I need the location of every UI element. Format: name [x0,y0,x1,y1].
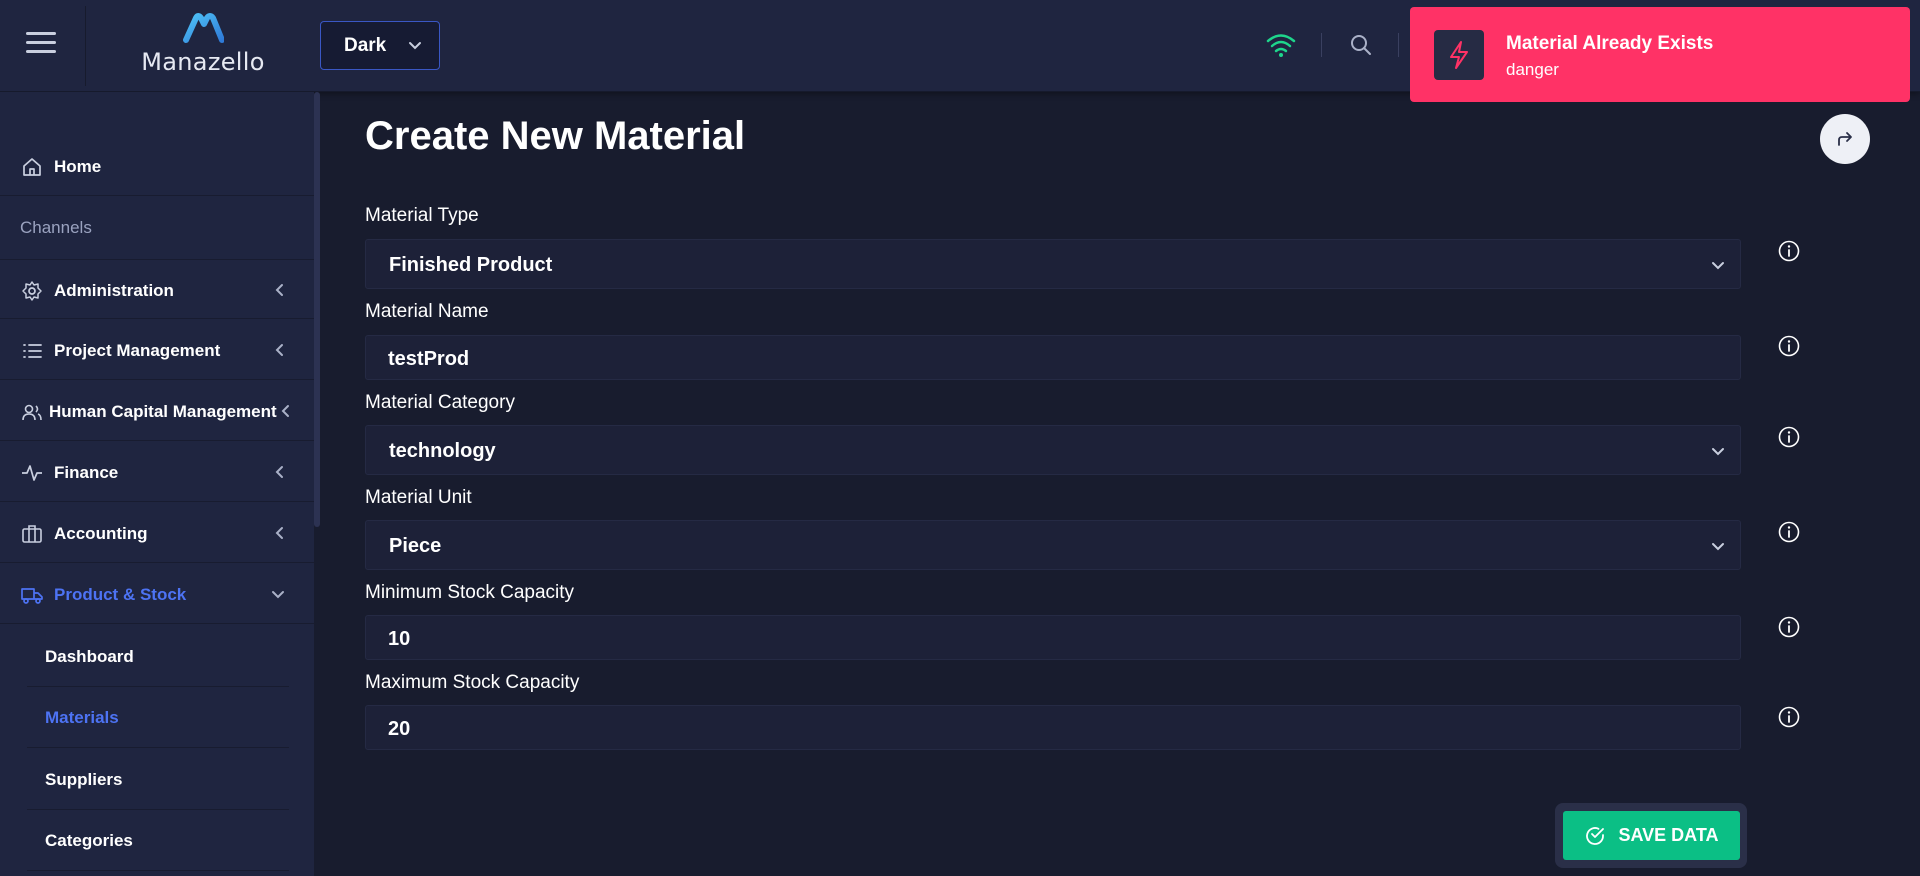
material-unit-select[interactable]: Piece [365,520,1741,570]
hamburger-menu-icon[interactable] [26,32,56,56]
chevron-down-icon [272,591,284,599]
check-circle-icon [1586,826,1605,845]
sidebar-item-label: Project Management [54,341,221,360]
activity-icon [22,465,42,481]
maximum-stock-input[interactable]: 20 [365,705,1741,750]
topbar-divider [85,6,86,86]
sidebar-item-label: Administration [54,281,174,300]
chevron-down-icon [1712,262,1724,270]
chevron-left-icon [275,284,283,296]
sidebar-item-accounting[interactable]: Accounting [0,503,314,563]
material-name-value: testProd [388,348,470,370]
sidebar-scrollbar[interactable] [314,92,320,527]
sidebar-subitem-suppliers[interactable]: Suppliers [27,749,289,810]
brand-name: Manazello [141,48,265,76]
chevron-down-icon [1712,448,1724,456]
sidebar-item-label: Accounting [54,524,148,543]
info-icon[interactable] [1778,426,1800,448]
theme-select-value: Dark [344,34,387,56]
search-icon[interactable] [1350,34,1372,56]
gear-icon [22,281,42,301]
lightning-icon [1434,30,1484,80]
field-label-maximum-stock: Maximum Stock Capacity [365,672,580,693]
sidebar-item-administration[interactable]: Administration [0,259,314,319]
sidebar-item-home[interactable]: Home [0,136,314,196]
sidebar-subitem-dashboard[interactable]: Dashboard [27,626,289,687]
sidebar-item-product-stock[interactable]: Product & Stock [0,564,314,624]
sidebar-item-label: Finance [54,463,119,482]
users-icon [22,404,42,421]
chevron-down-icon [1712,543,1724,551]
list-icon [23,344,42,358]
sidebar-subitem-label: Suppliers [45,770,123,789]
home-icon [23,158,41,176]
sidebar-subitem-categories[interactable]: Categories [27,810,289,871]
sidebar-subitem-label: Materials [45,708,119,727]
info-icon[interactable] [1778,706,1800,728]
sidebar-section-channels: Channels [20,218,92,237]
field-label-minimum-stock: Minimum Stock Capacity [365,582,575,603]
toast-subtitle: danger [1506,60,1559,79]
toast-title: Material Already Exists [1506,33,1714,54]
info-icon[interactable] [1778,616,1800,638]
logo-icon [183,13,224,43]
material-type-value: Finished Product [389,254,553,276]
save-button[interactable]: SAVE DATA [1563,811,1740,860]
theme-select[interactable]: Dark [320,21,440,70]
wifi-icon[interactable] [1266,32,1296,58]
redo-arrow-icon [1838,132,1852,146]
briefcase-icon [22,525,42,543]
sidebar-subitem-label: Dashboard [45,647,134,666]
topbar-separator [1321,33,1322,57]
sidebar-subitem-label: Categories [45,831,133,850]
save-button-label: SAVE DATA [1618,825,1719,845]
chevron-left-icon [275,466,283,478]
material-unit-value: Piece [389,535,442,557]
page-title: Create New Material [365,114,746,158]
sidebar-item-project-management[interactable]: Project Management [0,320,314,380]
info-icon[interactable] [1778,335,1800,357]
sidebar: Home Channels Administration Project Man… [0,92,314,876]
chevron-left-icon [275,527,283,539]
field-label-material-unit: Material Unit [365,487,472,508]
material-category-select[interactable]: technology [365,425,1741,475]
material-type-select[interactable]: Finished Product [365,239,1741,289]
info-icon[interactable] [1778,240,1800,262]
sidebar-item-finance[interactable]: Finance [0,442,314,502]
minimum-stock-value: 10 [388,628,411,650]
material-name-input[interactable]: testProd [365,335,1741,380]
minimum-stock-input[interactable]: 10 [365,615,1741,660]
field-label-material-name: Material Name [365,301,489,322]
error-toast[interactable]: Material Already Exists danger [1410,7,1910,102]
chevron-left-icon [275,344,283,356]
field-label-material-type: Material Type [365,205,479,226]
topbar-separator [1398,33,1399,57]
sidebar-item-human-capital-management[interactable]: Human Capital Management [0,381,314,441]
chevron-down-icon [409,42,421,50]
maximum-stock-value: 20 [388,718,411,740]
sidebar-item-label: Product & Stock [54,585,187,604]
brand-logo[interactable]: Manazello [138,10,268,76]
sidebar-item-label: Human Capital Management [49,402,277,421]
field-label-material-category: Material Category [365,392,515,413]
sidebar-item-label: Home [54,157,102,176]
chevron-left-icon [281,405,289,417]
back-button[interactable] [1820,114,1870,164]
info-icon[interactable] [1778,521,1800,543]
material-category-value: technology [389,440,496,462]
sidebar-subitem-materials[interactable]: Materials [27,687,289,748]
truck-icon [21,588,43,604]
